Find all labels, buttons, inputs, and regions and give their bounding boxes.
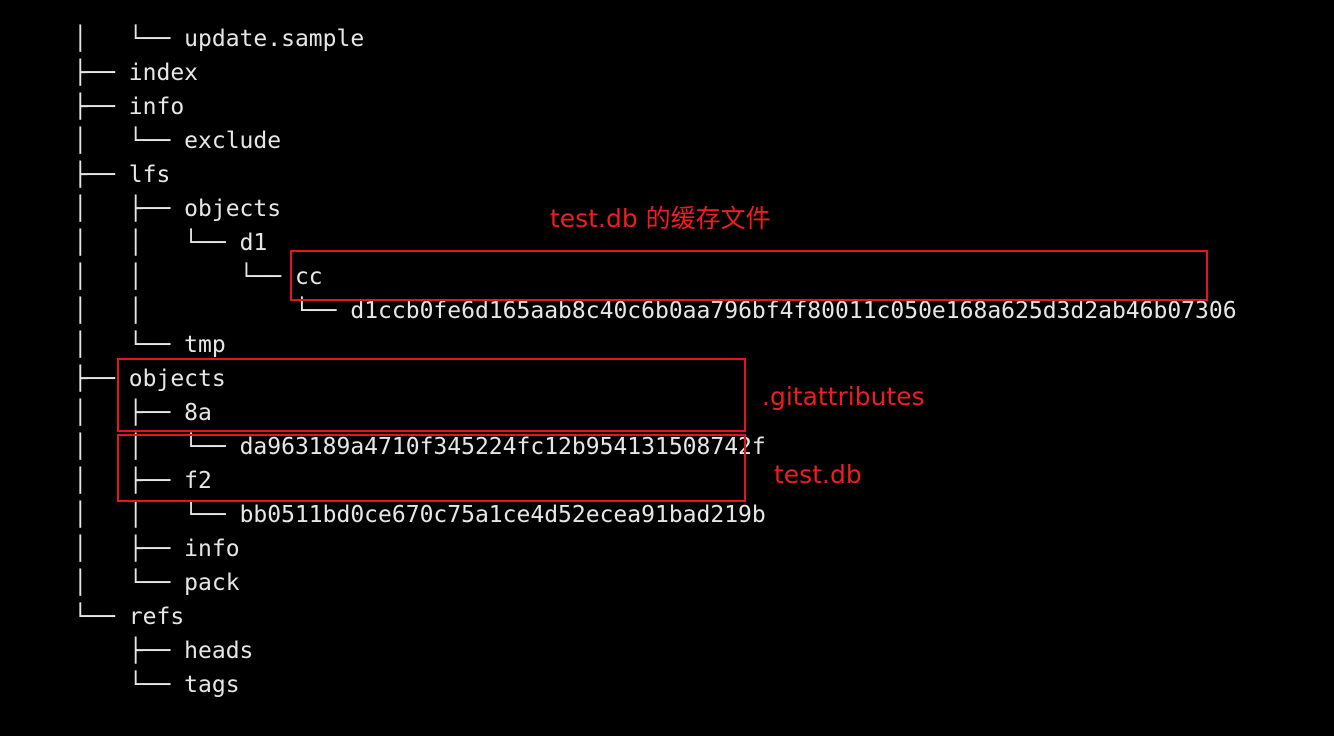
directory-name: tags [184,672,240,698]
tree-line-index: ├── index [18,22,198,86]
tree-line-exclude: │ └── exclude [18,90,281,154]
file-name: exclude [184,128,282,154]
tree-line-tmp: │ └── tmp [18,294,225,358]
tree-line-lfs-objects: │ ├── objects [18,158,281,222]
tree-line-d1: │ │ └── d1 [18,192,267,256]
annotation-gitattributes: .gitattributes [762,382,925,411]
tree-line-cc: │ │ └── cc [18,226,322,290]
tree-line-objects: ├── objects [18,328,225,392]
tree-line-info: ├── info [18,56,184,120]
annotation-testdb: test.db [774,460,862,489]
highlight-box-8a [117,358,746,432]
tree-line-heads: ├── heads [18,600,254,664]
tree-line-lfs: ├── lfs [18,124,170,188]
file-name: d1ccb0fe6d165aab8c40c6b0aa796bf4f80011c0… [350,298,1237,324]
file-name: bb0511bd0ce670c75a1ce4d52ecea91bad219b [239,502,766,528]
highlight-box-lfs-object [290,250,1208,301]
tree-line-objects-info: │ ├── info [18,498,239,562]
tree-line-pack: │ └── pack [18,532,239,596]
highlight-box-f2 [117,434,746,502]
directory-name: pack [184,570,240,596]
tree-line-refs: └── refs [18,566,184,630]
terminal-window[interactable]: │ └── update.sample ├── index ├── info │… [0,0,1334,704]
file-name: update.sample [184,26,365,52]
tree-line-tags: └── tags [18,634,240,698]
tree-line-update-sample: │ └── update.sample [18,0,364,52]
tree-branch: └── [73,672,185,698]
annotation-lfs-cache: test.db 的缓存文件 [550,204,771,233]
